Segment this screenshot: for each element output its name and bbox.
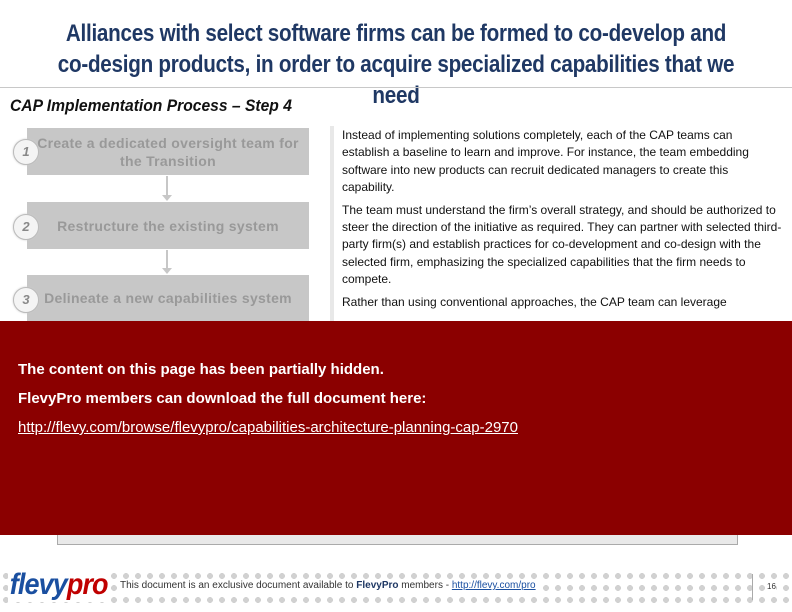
step-number-badge: 2 bbox=[13, 214, 39, 240]
body-text: Instead of implementing solutions comple… bbox=[342, 127, 782, 316]
flevypro-link[interactable]: http://flevy.com/pro bbox=[452, 580, 536, 591]
page-number: 16 bbox=[767, 582, 776, 591]
paragraph: Rather than using conventional approache… bbox=[342, 294, 727, 309]
text-sidebar-rule bbox=[330, 126, 334, 326]
down-arrow-icon bbox=[162, 176, 172, 201]
flevypro-logo: flevypro bbox=[8, 568, 110, 602]
content-box-edge bbox=[57, 535, 738, 545]
step-label: Delineate a new capabilities system bbox=[44, 290, 292, 306]
step-number-badge: 1 bbox=[13, 139, 39, 165]
paragraph: The team must understand the firm’s over… bbox=[342, 202, 782, 287]
process-step-1: Create a dedicated oversight team for th… bbox=[27, 128, 309, 175]
overlay-instruction: FlevyPro members can download the full d… bbox=[18, 390, 427, 407]
download-link[interactable]: http://flevy.com/browse/flevypro/capabil… bbox=[18, 419, 518, 436]
overlay-notice: The content on this page has been partia… bbox=[18, 361, 384, 378]
step-label: Restructure the existing system bbox=[57, 217, 279, 234]
page-number-divider bbox=[752, 574, 753, 600]
process-step-2: Restructure the existing system bbox=[27, 202, 309, 249]
step-label: Create a dedicated oversight team for th… bbox=[37, 134, 299, 169]
title-divider bbox=[0, 87, 792, 88]
section-subtitle: CAP Implementation Process – Step 4 bbox=[10, 96, 292, 115]
hidden-content-overlay: The content on this page has been partia… bbox=[0, 321, 792, 535]
down-arrow-icon bbox=[162, 250, 172, 274]
footer-notice: This document is an exclusive document a… bbox=[118, 580, 538, 591]
step-number-badge: 3 bbox=[13, 287, 39, 313]
paragraph: Instead of implementing solutions comple… bbox=[342, 128, 749, 195]
process-step-3: Delineate a new capabilities system bbox=[27, 275, 309, 321]
